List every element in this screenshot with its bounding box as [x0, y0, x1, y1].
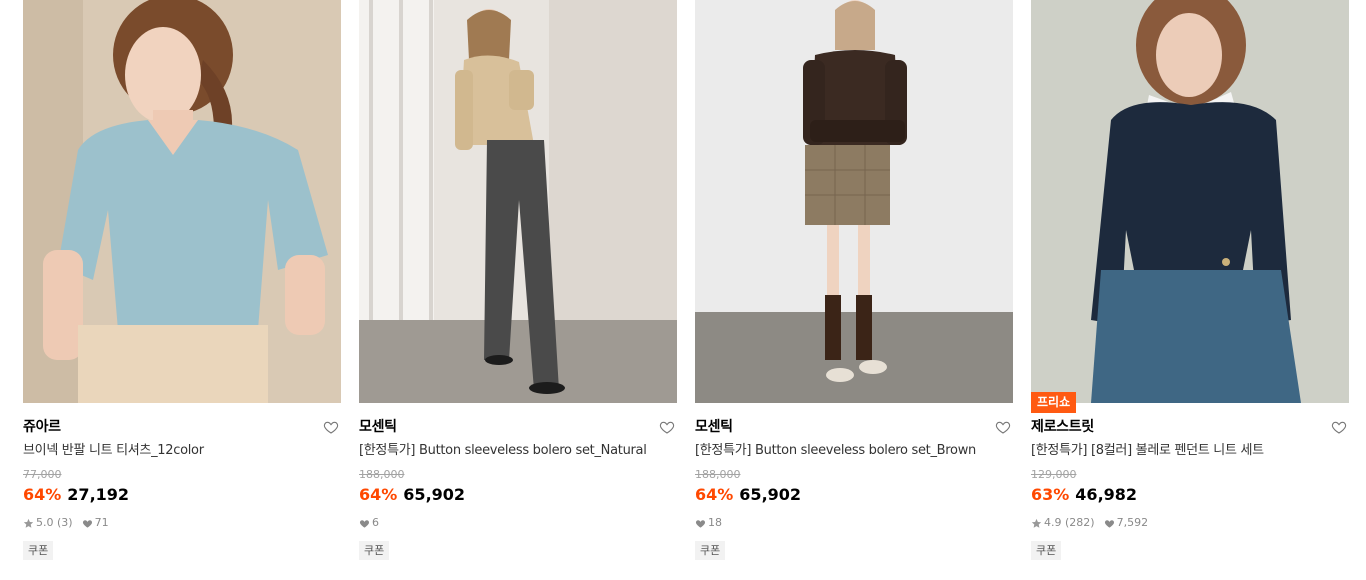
heart-filled-icon: [695, 519, 706, 528]
likes-count: 6: [372, 516, 379, 529]
product-stats: 18: [695, 515, 731, 531]
product-image[interactable]: [23, 0, 341, 403]
wishlist-heart-icon[interactable]: [323, 419, 339, 435]
likes-count: 7,592: [1116, 516, 1149, 529]
product-stats: 4.9 (282) 7,592: [1031, 515, 1157, 531]
likes-count: 71: [94, 516, 109, 529]
likes-group: 7,592: [1104, 515, 1149, 531]
original-price: 77,000: [23, 468, 62, 481]
price-row: 64% 27,192: [23, 484, 129, 506]
product-title[interactable]: [한정특가] Button sleeveless bolero set_Brow…: [695, 442, 995, 460]
sale-price: 65,902: [739, 485, 802, 504]
star-icon: [23, 518, 34, 528]
price-row: 64% 65,902: [695, 484, 801, 506]
original-price: 188,000: [695, 468, 741, 481]
coupon-tag: 쿠폰: [1031, 541, 1062, 560]
original-price: 188,000: [359, 468, 405, 481]
heart-filled-icon: [1104, 519, 1114, 528]
product-photo: [359, 0, 677, 403]
coupon-tag: 쿠폰: [23, 541, 54, 560]
coupon-tag: 쿠폰: [695, 541, 726, 560]
product-card[interactable]: 프리쇼 제로스트릿 [한정특가] [8컬러] 볼레로 펜던트 니트 세트 129…: [1031, 0, 1349, 580]
rating-value: 4.9: [1044, 516, 1062, 529]
product-title[interactable]: [한정특가] Button sleeveless bolero set_Natu…: [359, 442, 659, 460]
discount-rate: 64%: [695, 485, 734, 504]
preshow-badge: 프리쇼: [1031, 392, 1077, 413]
price-row: 64% 65,902: [359, 484, 465, 506]
product-photo: [1031, 0, 1349, 403]
likes-group: 6: [359, 515, 379, 531]
brand-name[interactable]: 제로스트릿: [1031, 417, 1094, 437]
price-row: 63% 46,982: [1031, 484, 1137, 506]
product-image[interactable]: [359, 0, 677, 403]
product-card[interactable]: 쥬아르 브이넥 반팔 니트 티셔츠_12color 77,000 64% 27,1…: [23, 0, 341, 580]
product-card[interactable]: 모센틱 [한정특가] Button sleeveless bolero set_…: [695, 0, 1013, 580]
discount-rate: 64%: [359, 485, 398, 504]
product-photo: [695, 0, 1013, 403]
discount-rate: 63%: [1031, 485, 1070, 504]
product-grid: 쥬아르 브이넥 반팔 니트 티셔츠_12color 77,000 64% 27,1…: [0, 0, 1366, 580]
star-icon: [1031, 518, 1042, 528]
heart-filled-icon: [82, 519, 92, 528]
product-title[interactable]: [한정특가] [8컬러] 볼레로 펜던트 니트 세트: [1031, 442, 1331, 460]
product-stats: 6: [359, 515, 388, 531]
sale-price: 65,902: [403, 485, 466, 504]
wishlist-heart-icon[interactable]: [659, 419, 675, 435]
product-stats: 5.0 (3) 71: [23, 515, 118, 531]
wishlist-heart-icon[interactable]: [995, 419, 1011, 435]
sale-price: 27,192: [67, 485, 130, 504]
brand-name[interactable]: 모센틱: [695, 417, 733, 437]
rating-group: 5.0 (3): [23, 515, 73, 531]
discount-rate: 64%: [23, 485, 62, 504]
brand-name[interactable]: 쥬아르: [23, 417, 61, 437]
product-title[interactable]: 브이넥 반팔 니트 티셔츠_12color: [23, 442, 323, 460]
review-count: (282): [1065, 516, 1095, 529]
rating-value: 5.0: [36, 516, 54, 529]
coupon-tag: 쿠폰: [359, 541, 390, 560]
product-image[interactable]: [1031, 0, 1349, 403]
review-count: (3): [57, 516, 73, 529]
sale-price: 46,982: [1075, 485, 1138, 504]
likes-group: 71: [82, 515, 109, 531]
product-card[interactable]: 모센틱 [한정특가] Button sleeveless bolero set_…: [359, 0, 677, 580]
heart-filled-icon: [359, 519, 370, 528]
likes-count: 18: [708, 516, 722, 529]
brand-name[interactable]: 모센틱: [359, 417, 397, 437]
original-price: 129,000: [1031, 468, 1077, 481]
rating-group: 4.9 (282): [1031, 515, 1095, 531]
wishlist-heart-icon[interactable]: [1331, 419, 1347, 435]
likes-group: 18: [695, 515, 722, 531]
product-photo: [23, 0, 341, 403]
product-image[interactable]: [695, 0, 1013, 403]
